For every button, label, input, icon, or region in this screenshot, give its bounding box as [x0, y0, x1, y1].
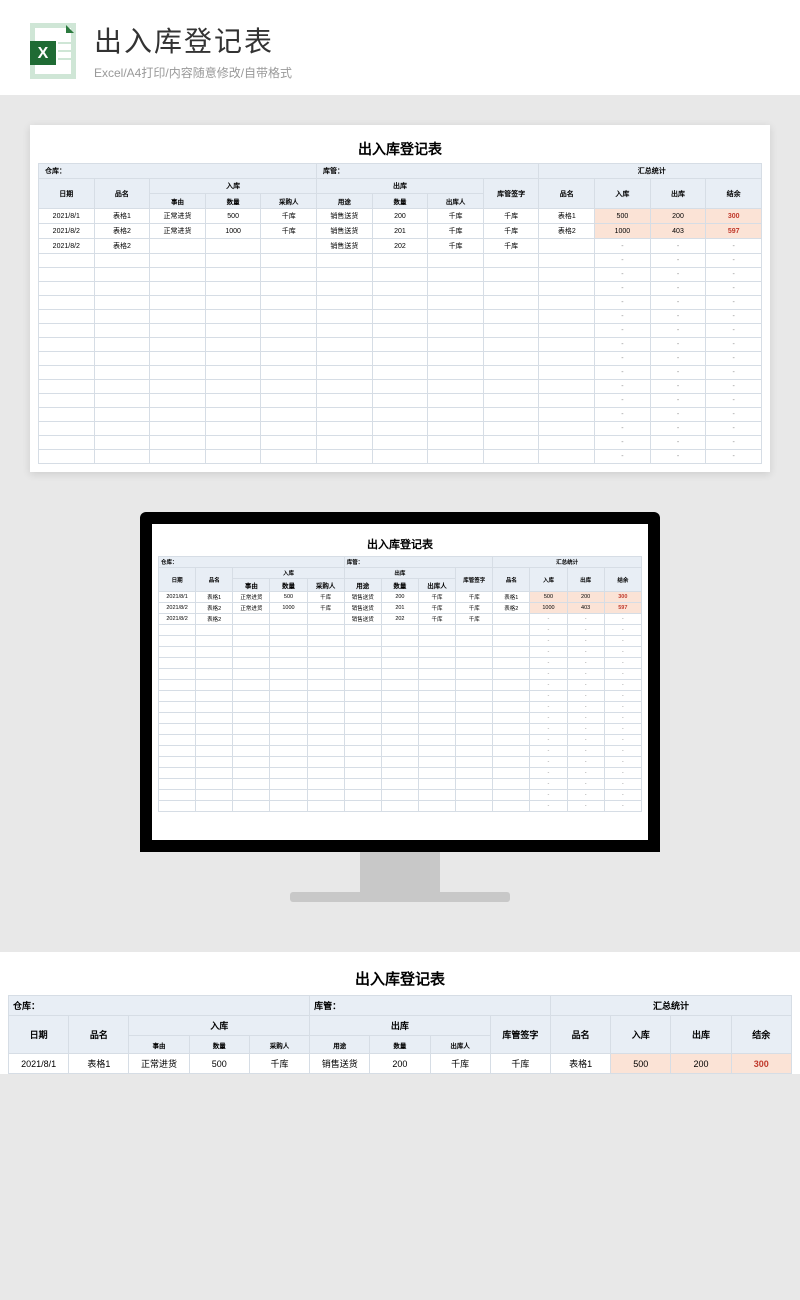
page-title: 出入库登记表 — [94, 20, 292, 60]
table-row: --- — [159, 779, 642, 790]
table-row: --- — [159, 647, 642, 658]
table-row: --- — [159, 735, 642, 746]
table-row: --- — [39, 282, 762, 296]
svg-text:X: X — [38, 45, 49, 62]
table-row: --- — [159, 636, 642, 647]
page-subtitle: Excel/A4打印/内容随意修改/自带格式 — [94, 64, 292, 81]
sheet-title: 出入库登记表 — [8, 962, 792, 995]
table-row: --- — [39, 422, 762, 436]
table-row: 2021/8/1表格1正常进货500千库销售送货200千库千库表格1500200… — [39, 209, 762, 224]
page-header: X 出入库登记表 Excel/A4打印/内容随意修改/自带格式 — [0, 0, 800, 95]
table-row: 2021/8/2表格2正常进货1000千库销售送货201千库千库表格210004… — [39, 224, 762, 239]
header-row-1: 日期品名入库出库库管签字品名入库出库结余 — [9, 1016, 792, 1036]
spreadsheet-table: 仓库：库管：汇总统计日期品名入库出库库管签字品名入库出库结余事由数量采购人用途数… — [38, 163, 762, 464]
table-row: --- — [39, 450, 762, 464]
table-row: --- — [39, 324, 762, 338]
table-row: --- — [39, 352, 762, 366]
table-row: 2021/8/2表格2销售送货202千库千库--- — [159, 614, 642, 625]
table-row: --- — [159, 702, 642, 713]
table-row: --- — [39, 380, 762, 394]
table-row: --- — [39, 366, 762, 380]
table-row: --- — [159, 746, 642, 757]
table-row: --- — [39, 408, 762, 422]
table-row: --- — [159, 713, 642, 724]
spreadsheet-preview: 出入库登记表仓库：库管：汇总统计日期品名入库出库库管签字品名入库出库结余事由数量… — [30, 125, 770, 472]
table-row: --- — [159, 680, 642, 691]
table-row: --- — [39, 296, 762, 310]
sheet-title: 出入库登记表 — [38, 133, 762, 163]
warehouse-label: 仓库： — [9, 996, 310, 1016]
table-row: --- — [39, 310, 762, 324]
table-row: --- — [39, 268, 762, 282]
sheet-title: 出入库登记表 — [158, 530, 642, 556]
spreadsheet-strip: 出入库登记表仓库：库管：汇总统计日期品名入库出库库管签字品名入库出库结余事由数量… — [0, 952, 800, 1074]
meta-row: 仓库：库管：汇总统计 — [9, 996, 792, 1016]
warehouse-label: 仓库： — [159, 557, 345, 568]
table-row: --- — [39, 338, 762, 352]
table-row: --- — [159, 625, 642, 636]
table-row: 2021/8/2表格2销售送货202千库千库--- — [39, 239, 762, 254]
table-row: --- — [39, 436, 762, 450]
keeper-label: 库管： — [317, 164, 539, 179]
spreadsheet-table: 仓库：库管：汇总统计日期品名入库出库库管签字品名入库出库结余事由数量采购人用途数… — [158, 556, 642, 812]
table-row: --- — [159, 768, 642, 779]
header-row-1: 日期品名入库出库库管签字品名入库出库结余 — [159, 568, 642, 579]
keeper-label: 库管： — [344, 557, 493, 568]
header-row-1: 日期品名入库出库库管签字品名入库出库结余 — [39, 179, 762, 194]
summary-label: 汇总统计 — [539, 164, 762, 179]
table-row: 2021/8/2表格2正常进货1000千库销售送货201千库千库表格210004… — [159, 603, 642, 614]
summary-label: 汇总统计 — [550, 996, 791, 1016]
table-row: --- — [39, 394, 762, 408]
table-row: --- — [159, 669, 642, 680]
table-row: --- — [159, 801, 642, 812]
monitor-mockup: 出入库登记表仓库：库管：汇总统计日期品名入库出库库管签字品名入库出库结余事由数量… — [0, 512, 800, 902]
keeper-label: 库管： — [310, 996, 551, 1016]
spreadsheet-table: 仓库：库管：汇总统计日期品名入库出库库管签字品名入库出库结余事由数量采购人用途数… — [8, 995, 792, 1074]
table-row: --- — [159, 691, 642, 702]
excel-icon: X — [30, 23, 76, 79]
table-row: --- — [159, 658, 642, 669]
table-row: --- — [159, 790, 642, 801]
meta-row: 仓库：库管：汇总统计 — [39, 164, 762, 179]
table-row: --- — [159, 724, 642, 735]
warehouse-label: 仓库： — [39, 164, 317, 179]
meta-row: 仓库：库管：汇总统计 — [159, 557, 642, 568]
table-row: --- — [39, 254, 762, 268]
table-row: 2021/8/1表格1正常进货500千库销售送货200千库千库表格1500200… — [159, 592, 642, 603]
table-row: --- — [159, 757, 642, 768]
table-row: 2021/8/1表格1正常进货500千库销售送货200千库千库表格1500200… — [9, 1054, 792, 1074]
summary-label: 汇总统计 — [493, 557, 642, 568]
